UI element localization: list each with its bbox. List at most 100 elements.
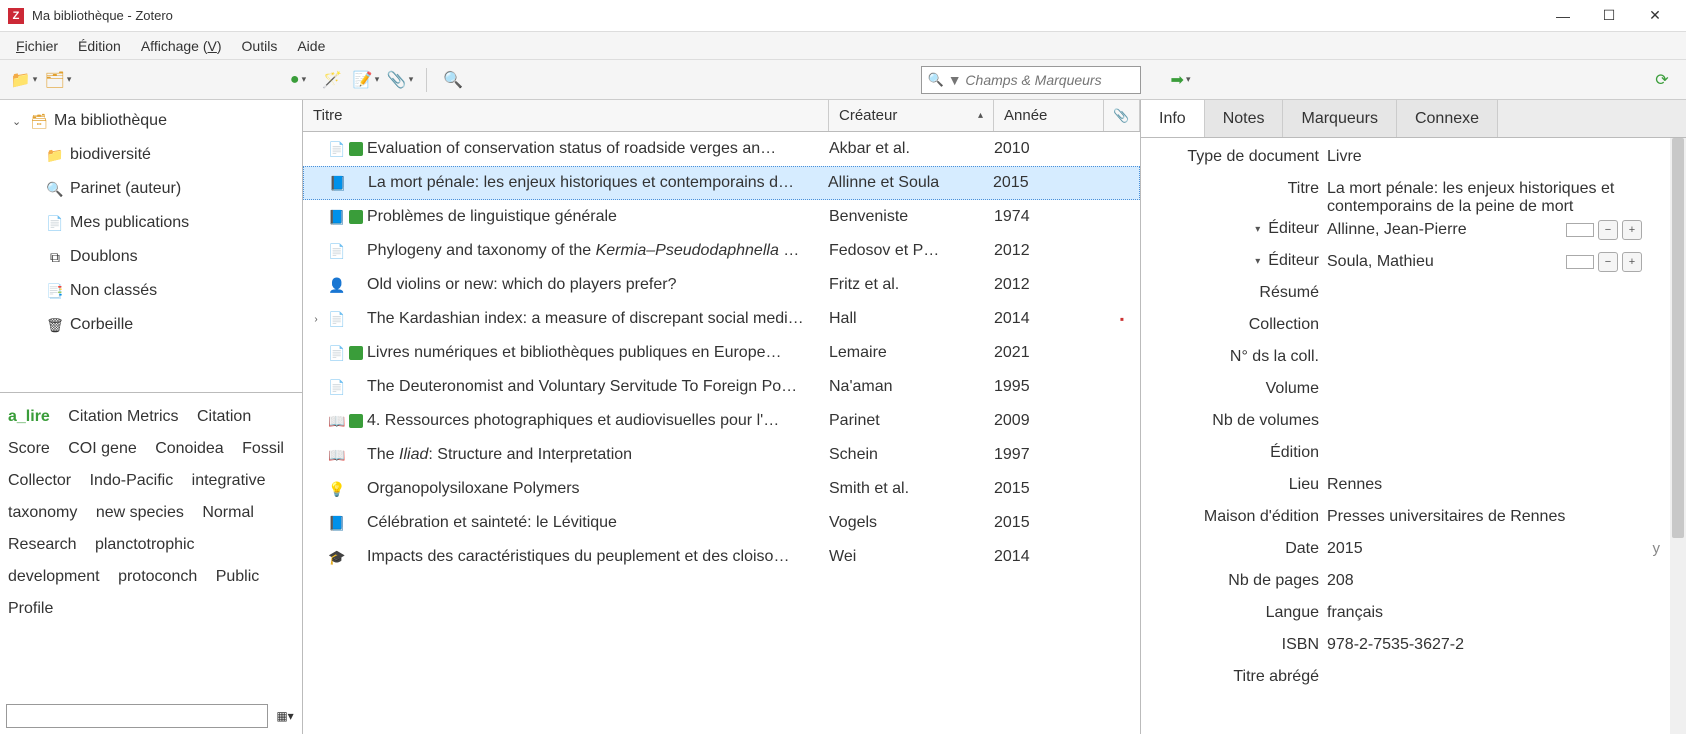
item-title: The Iliad: Structure and Interpretation	[367, 446, 829, 464]
items-list[interactable]: 📄Evaluation of conservation status of ro…	[303, 132, 1140, 734]
item-row[interactable]: 📘Célébration et sainteté: le LévitiqueVo…	[303, 506, 1140, 540]
collections-tree[interactable]: ⌄ 🗃 Ma bibliothèque 📁biodiversité🔍Parine…	[0, 100, 302, 392]
tree-item[interactable]: 🗑Corbeille	[0, 308, 302, 342]
item-row[interactable]: 📄Evaluation of conservation status of ro…	[303, 132, 1140, 166]
item-row[interactable]: 📄Phylogeny and taxonomy of the Kermia–Ps…	[303, 234, 1140, 268]
search-folder-icon: 🔍	[46, 181, 64, 198]
menu-view[interactable]: Affichage (V)	[133, 36, 230, 56]
tag[interactable]: protoconch	[118, 568, 197, 585]
value-editor-1[interactable]: Allinne, Jean-Pierre	[1327, 221, 1566, 239]
item-row[interactable]: 💡Organopolysiloxane PolymersSmith et al.…	[303, 472, 1140, 506]
add-creator-button[interactable]: +	[1622, 220, 1642, 240]
creator-toggle-icon[interactable]: ▾	[1248, 224, 1260, 235]
tree-item[interactable]: 📄Mes publications	[0, 206, 302, 240]
value-date[interactable]: 2015	[1327, 540, 1682, 558]
item-attachment-icon: ▪	[1104, 312, 1140, 326]
menu-tools[interactable]: Outils	[234, 36, 286, 56]
switch-name-mode-button[interactable]	[1566, 255, 1594, 269]
tree-toggle-icon[interactable]: ⌄	[12, 115, 24, 128]
value-publisher[interactable]: Presses universitaires de Rennes	[1327, 508, 1682, 526]
value-language[interactable]: français	[1327, 604, 1682, 622]
item-row[interactable]: 📘La mort pénale: les enjeux historiques …	[303, 166, 1140, 200]
tag[interactable]: COI gene	[68, 440, 136, 457]
tag[interactable]: Conoidea	[155, 440, 224, 457]
tab-notes[interactable]: Notes	[1205, 100, 1284, 137]
tree-root-label: Ma bibliothèque	[54, 112, 167, 130]
new-collection-button[interactable]: 📁▾	[10, 66, 38, 94]
value-item-type[interactable]: Livre	[1327, 148, 1682, 166]
tree-item[interactable]: 📁biodiversité	[0, 138, 302, 172]
tag[interactable]: a_lire	[8, 408, 50, 425]
tag-filter-input[interactable]	[6, 704, 268, 728]
label-publisher: Maison d'édition	[1141, 508, 1327, 526]
search-input[interactable]	[948, 72, 1134, 88]
details-scrollbar[interactable]	[1670, 138, 1686, 734]
tree-item[interactable]: 🔍Parinet (auteur)	[0, 172, 302, 206]
tags-list: a_lire Citation Metrics Citation Score C…	[8, 401, 294, 625]
value-place[interactable]: Rennes	[1327, 476, 1682, 494]
new-group-button[interactable]: 🗂▾	[44, 66, 72, 94]
tag-menu-button[interactable]: ▦▾	[274, 705, 296, 727]
item-title: Organopolysiloxane Polymers	[367, 480, 829, 498]
tag[interactable]: Citation Metrics	[68, 408, 178, 425]
item-row[interactable]: 📄Livres numériques et bibliothèques publ…	[303, 336, 1140, 370]
item-creator: Na'aman	[829, 378, 994, 396]
tag[interactable]: Indo-Pacific	[90, 472, 174, 489]
scrollbar-thumb[interactable]	[1672, 138, 1684, 538]
item-year: 2015	[993, 174, 1103, 192]
item-row[interactable]: 🎓Impacts des caractéristiques du peuplem…	[303, 540, 1140, 574]
value-title[interactable]: La mort pénale: les enjeux historiques e…	[1327, 180, 1682, 216]
menu-edit[interactable]: Édition	[70, 36, 129, 56]
item-row[interactable]: 📘Problèmes de linguistique généraleBenve…	[303, 200, 1140, 234]
locate-button[interactable]: ➡▾	[1167, 66, 1195, 94]
label-abstract: Résumé	[1141, 284, 1327, 302]
value-editor-2[interactable]: Soula, Mathieu	[1327, 253, 1566, 271]
tab-info[interactable]: Info	[1141, 100, 1205, 137]
add-creator-button[interactable]: +	[1622, 252, 1642, 272]
new-note-button[interactable]: 📝▾	[352, 66, 380, 94]
label-editor: Éditeur	[1268, 220, 1319, 238]
item-year: 2014	[994, 310, 1104, 328]
item-type-icon: 📄	[325, 311, 349, 328]
toolbar: 📁▾ 🗂▾ ●▾ 🪄 📝▾ 📎▾ 🔍 🔍 ➡▾ ⟳	[0, 60, 1686, 100]
menu-help[interactable]: Aide	[289, 36, 333, 56]
maximize-button[interactable]: ☐	[1586, 0, 1632, 32]
item-row[interactable]: 📖The Iliad: Structure and Interpretation…	[303, 438, 1140, 472]
remove-creator-button[interactable]: −	[1598, 252, 1618, 272]
menu-file[interactable]: Fichier	[8, 36, 66, 56]
value-isbn[interactable]: 978-2-7535-3627-2	[1327, 636, 1682, 654]
column-year[interactable]: Année	[994, 100, 1104, 131]
item-row[interactable]: ›📄The Kardashian index: a measure of dis…	[303, 302, 1140, 336]
add-by-identifier-button[interactable]: 🪄	[318, 66, 346, 94]
new-item-button[interactable]: ●▾	[284, 66, 312, 94]
remove-creator-button[interactable]: −	[1598, 220, 1618, 240]
item-year: 2021	[994, 344, 1104, 362]
tab-related[interactable]: Connexe	[1397, 100, 1498, 137]
attach-button[interactable]: 📎▾	[386, 66, 414, 94]
item-type-icon: 📘	[325, 209, 349, 226]
twisty-icon[interactable]: ›	[307, 314, 325, 325]
item-title: Problèmes de linguistique générale	[367, 208, 829, 226]
label-title: Titre	[1141, 180, 1327, 198]
value-pages[interactable]: 208	[1327, 572, 1682, 590]
tree-root[interactable]: ⌄ 🗃 Ma bibliothèque	[0, 104, 302, 138]
column-creator[interactable]: Créateur▴	[829, 100, 994, 131]
item-row[interactable]: 📄The Deuteronomist and Voluntary Servitu…	[303, 370, 1140, 404]
tree-item[interactable]: 📑Non classés	[0, 274, 302, 308]
tag[interactable]: new species	[96, 504, 184, 521]
minimize-button[interactable]: —	[1540, 0, 1586, 32]
switch-name-mode-button[interactable]	[1566, 223, 1594, 237]
sync-button[interactable]: ⟳	[1648, 66, 1676, 94]
tree-item[interactable]: ⧉Doublons	[0, 240, 302, 274]
item-row[interactable]: 📖4. Ressources photographiques et audiov…	[303, 404, 1140, 438]
column-title[interactable]: Titre	[303, 100, 829, 131]
advanced-search-button[interactable]: 🔍	[439, 66, 467, 94]
search-box[interactable]: 🔍	[921, 66, 1141, 94]
close-button[interactable]: ✕	[1632, 0, 1678, 32]
tab-tags[interactable]: Marqueurs	[1283, 100, 1396, 137]
column-attachment[interactable]: 📎	[1104, 100, 1140, 131]
creator-toggle-icon[interactable]: ▾	[1248, 256, 1260, 267]
sort-indicator-icon: ▴	[978, 110, 983, 121]
left-pane: ⌄ 🗃 Ma bibliothèque 📁biodiversité🔍Parine…	[0, 100, 303, 734]
item-row[interactable]: 👤Old violins or new: which do players pr…	[303, 268, 1140, 302]
